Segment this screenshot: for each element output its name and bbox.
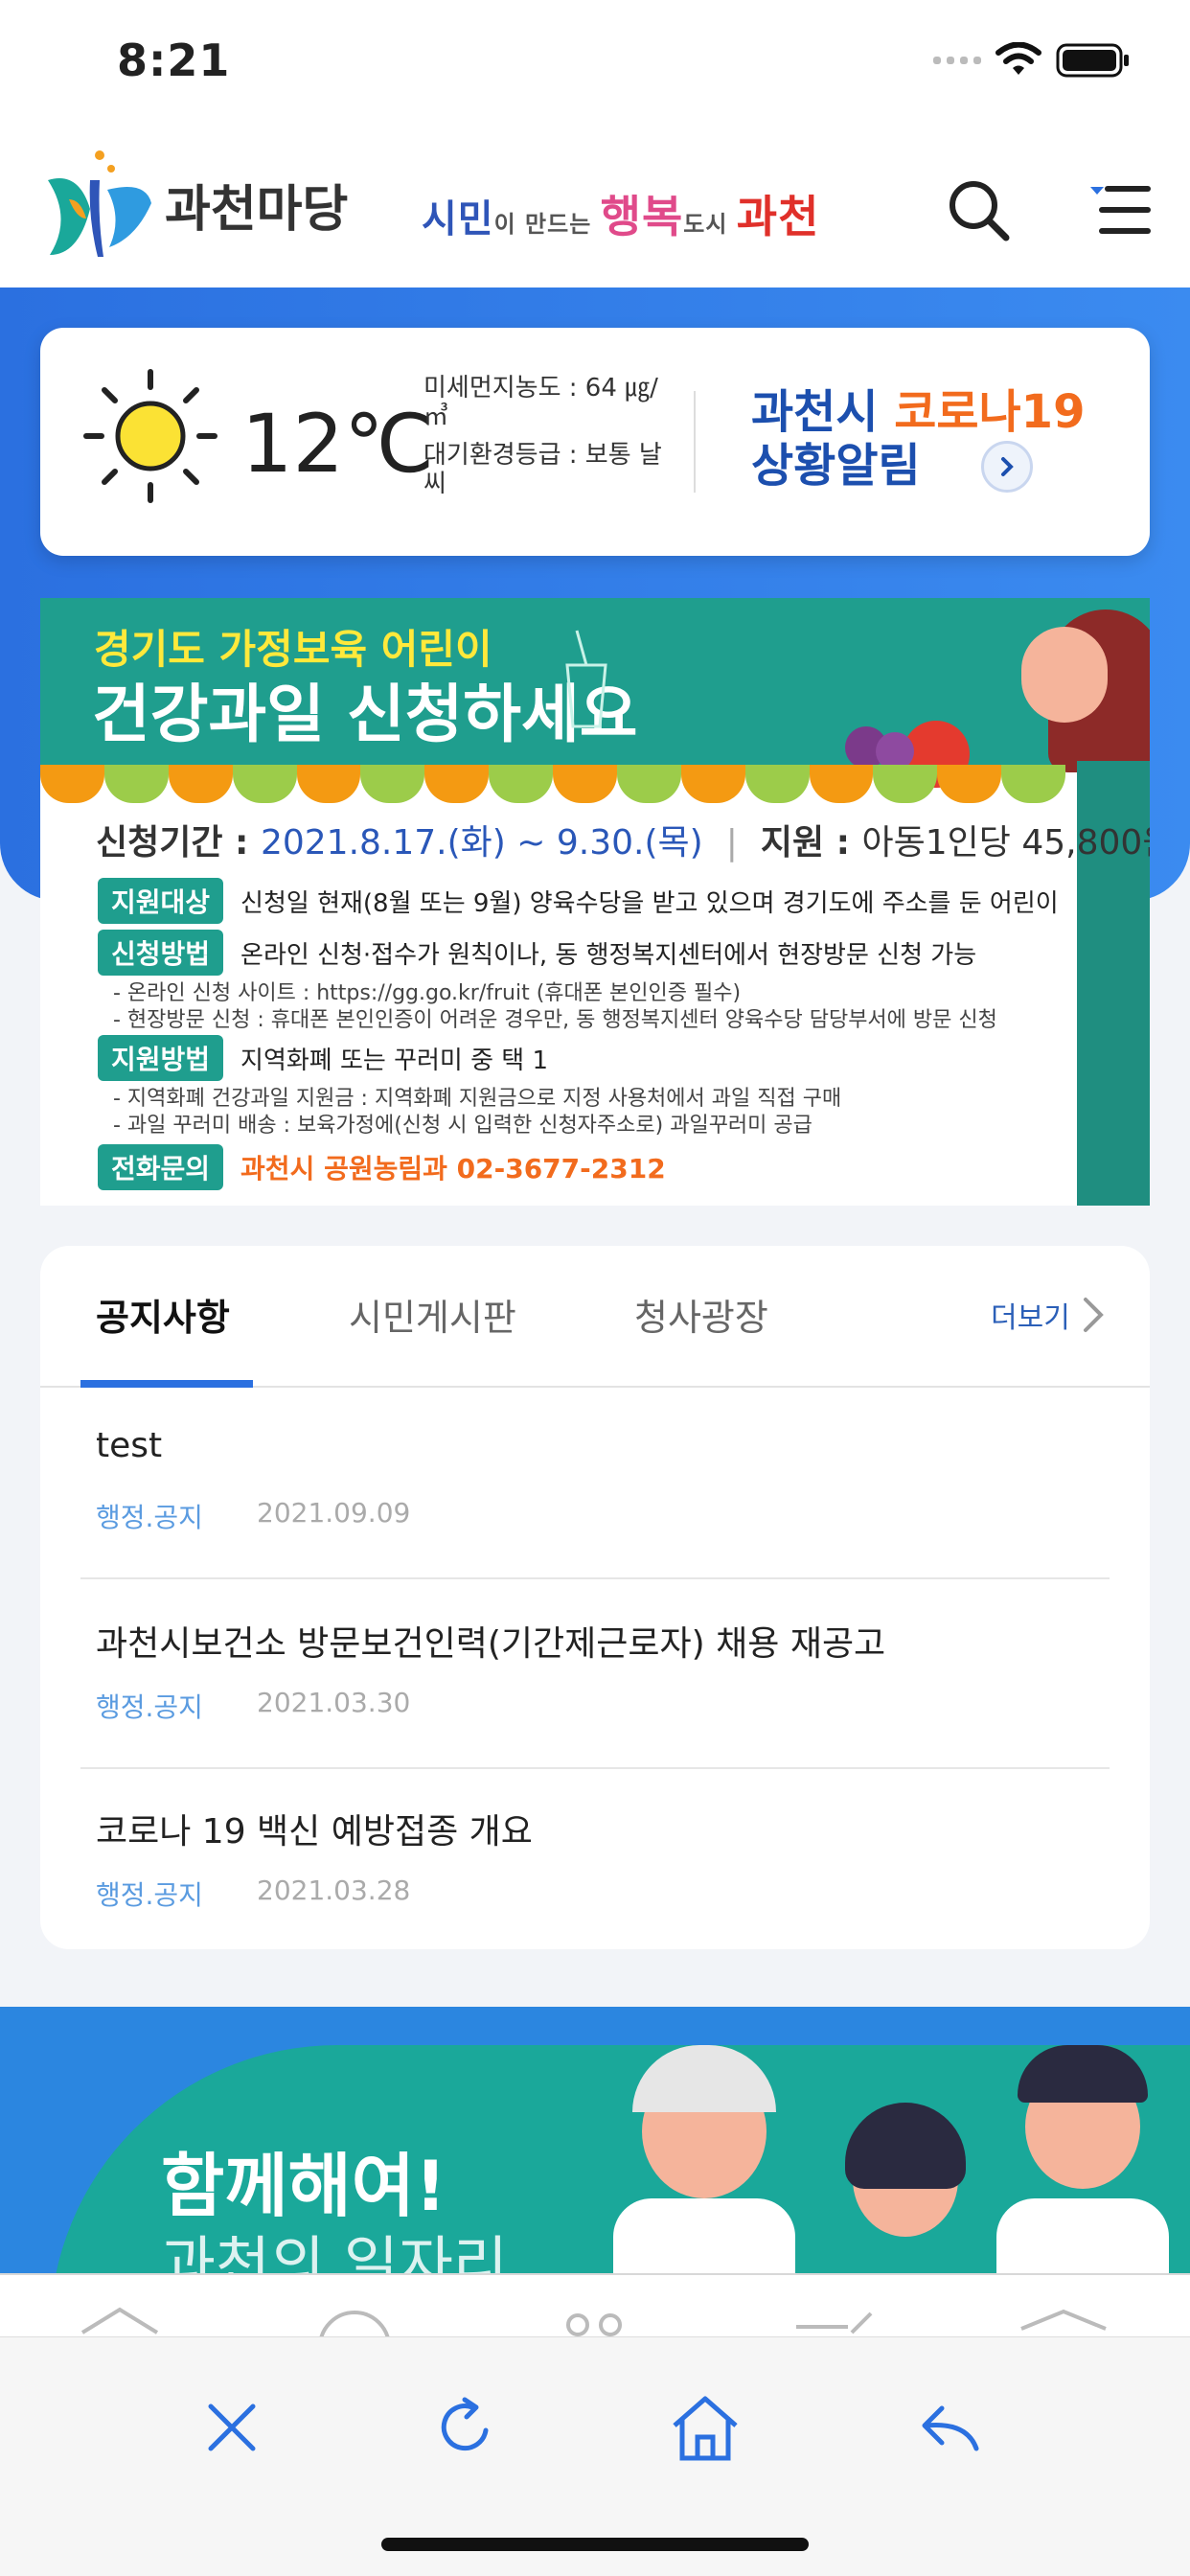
search-button[interactable]	[935, 167, 1021, 253]
person-shirt	[613, 2198, 795, 2275]
chevron-right-icon	[1083, 1298, 1104, 1332]
notice-date: 2021.03.30	[257, 1687, 411, 1718]
banner-subline: - 현장방문 신청 : 휴대폰 본인인증이 어려운 경우만, 동 행정복지센터 …	[113, 1008, 997, 1032]
tab-city-hall[interactable]: 청사광장	[634, 1288, 768, 1341]
chevron-right-icon	[1001, 457, 1014, 476]
menu-button[interactable]	[1077, 167, 1163, 253]
more-link[interactable]: 더보기	[991, 1294, 1105, 1336]
home-outline-icon[interactable]	[77, 2304, 163, 2336]
banner-row: 신청방법 온라인 신청·접수가 원칙이나, 동 행정복지센터에서 현장방문 신청 …	[98, 930, 976, 976]
temperature: 12℃	[241, 397, 435, 491]
notice-date: 2021.03.28	[257, 1874, 411, 1906]
banner-row: 지원대상 신청일 현재(8월 또는 9월) 양육수당을 받고 있으며 경기도에 주…	[98, 878, 1059, 924]
notice-category: 행정.공지	[96, 1691, 203, 1723]
status-time: 8:21	[117, 34, 231, 86]
notice-date: 2021.09.09	[257, 1497, 411, 1529]
divider	[694, 391, 696, 493]
weather-card: 12℃ 미세먼지농도 : 64 ㎍/㎥ 대기환경등급 : 보통 날씨 과천시 코…	[40, 328, 1150, 556]
sun-icon	[83, 369, 217, 503]
banner-period: 신청기간 : 2021.8.17.(화) ~ 9.30.(목) | 지원 : 아동1…	[96, 823, 1150, 862]
notice-title: 과천시보건소 방문보건인력(기간제근로자) 채용 재공고	[96, 1624, 886, 1664]
fruit-banner[interactable]: 경기도 가정보육 어린이 건강과일 신청하세요 신청기간 : 2021.8.17…	[40, 598, 1150, 1206]
dust-level: 미세먼지농도 : 64 ㎍/㎥	[423, 374, 658, 431]
corona-arrow-button[interactable]	[981, 441, 1033, 493]
signal-icon	[933, 57, 981, 64]
person-shirt	[996, 2198, 1169, 2275]
back-button[interactable]	[903, 2380, 998, 2475]
tab-notice[interactable]: 공지사항	[96, 1288, 230, 1341]
home-indicator	[381, 2538, 809, 2551]
air-grade: 대기환경등급 : 보통 날씨	[423, 441, 662, 498]
box-icon[interactable]	[1016, 2304, 1111, 2336]
logo[interactable]: 과천마당	[40, 142, 348, 266]
battery-icon	[1056, 43, 1129, 78]
notice-item[interactable]: test 행정.공지 2021.09.09	[80, 1390, 1110, 1579]
board-card: 공지사항 시민게시판 청사광장 더보기 test 행정.공지 2021.09.0…	[40, 1246, 1150, 1949]
banner-row: 전화문의 과천시 공원농림과 02-3677-2312	[98, 1144, 666, 1190]
promo-subtitle: 과천의 일자리	[161, 2229, 508, 2275]
back-icon	[922, 2405, 979, 2451]
banner-scallop	[40, 765, 1065, 803]
edit-icon[interactable]	[790, 2304, 877, 2336]
illustration-face	[1021, 627, 1108, 723]
menu-icon	[1090, 186, 1151, 234]
people-icon[interactable]	[551, 2310, 637, 2336]
status-icons	[933, 42, 1131, 79]
notice-category: 행정.공지	[96, 1879, 203, 1911]
close-icon	[208, 2404, 256, 2451]
air-info: 미세먼지농도 : 64 ㎍/㎥ 대기환경등급 : 보통 날씨	[423, 374, 682, 508]
refresh-button[interactable]	[418, 2380, 514, 2475]
home-icon	[673, 2396, 738, 2461]
app-header: 과천마당 시민이 만드는 행복도시 과천	[0, 125, 1190, 288]
active-tab-indicator	[80, 1380, 253, 1388]
notice-item[interactable]: 코로나 19 백신 예방접종 개요 행정.공지 2021.03.28	[80, 1767, 1110, 1957]
jobs-promo-banner[interactable]: 함께해여! 과천의 일자리	[0, 2007, 1190, 2275]
block-icon[interactable]	[311, 2304, 398, 2336]
banner-subline: - 과일 꾸러미 배송 : 보육가정에(신청 시 입력한 신청자주소로) 과일꾸…	[113, 1114, 812, 1138]
tab-citizen-board[interactable]: 시민게시판	[349, 1288, 516, 1341]
close-button[interactable]	[184, 2380, 280, 2475]
refresh-icon	[441, 2397, 489, 2451]
notice-title: test	[96, 1426, 163, 1465]
search-icon	[950, 181, 1010, 242]
bottom-tab-bar	[0, 2273, 1190, 2336]
notice-title: 코로나 19 백신 예방접종 개요	[96, 1812, 533, 1852]
drink-icon	[565, 630, 607, 728]
logo-text: 과천마당	[165, 180, 349, 239]
home-button[interactable]	[657, 2380, 753, 2475]
wifi-icon	[995, 42, 1041, 75]
corona-alert-link[interactable]: 과천시 코로나19 상황알림	[751, 385, 1085, 493]
banner-row: 지원방법 지역화폐 또는 꾸러미 중 택 1	[98, 1035, 548, 1081]
butterfly-logo-icon	[48, 150, 151, 257]
notice-item[interactable]: 과천시보건소 방문보건인력(기간제근로자) 채용 재공고 행정.공지 2021.…	[80, 1579, 1110, 1769]
notice-category: 행정.공지	[96, 1502, 203, 1533]
board-tabs: 공지사항 시민게시판 청사광장 더보기	[40, 1246, 1150, 1388]
slogan: 시민이 만드는 행복도시 과천	[422, 191, 820, 242]
status-bar: 8:21	[0, 0, 1190, 125]
banner-title-2: 건강과일 신청하세요	[92, 678, 638, 751]
